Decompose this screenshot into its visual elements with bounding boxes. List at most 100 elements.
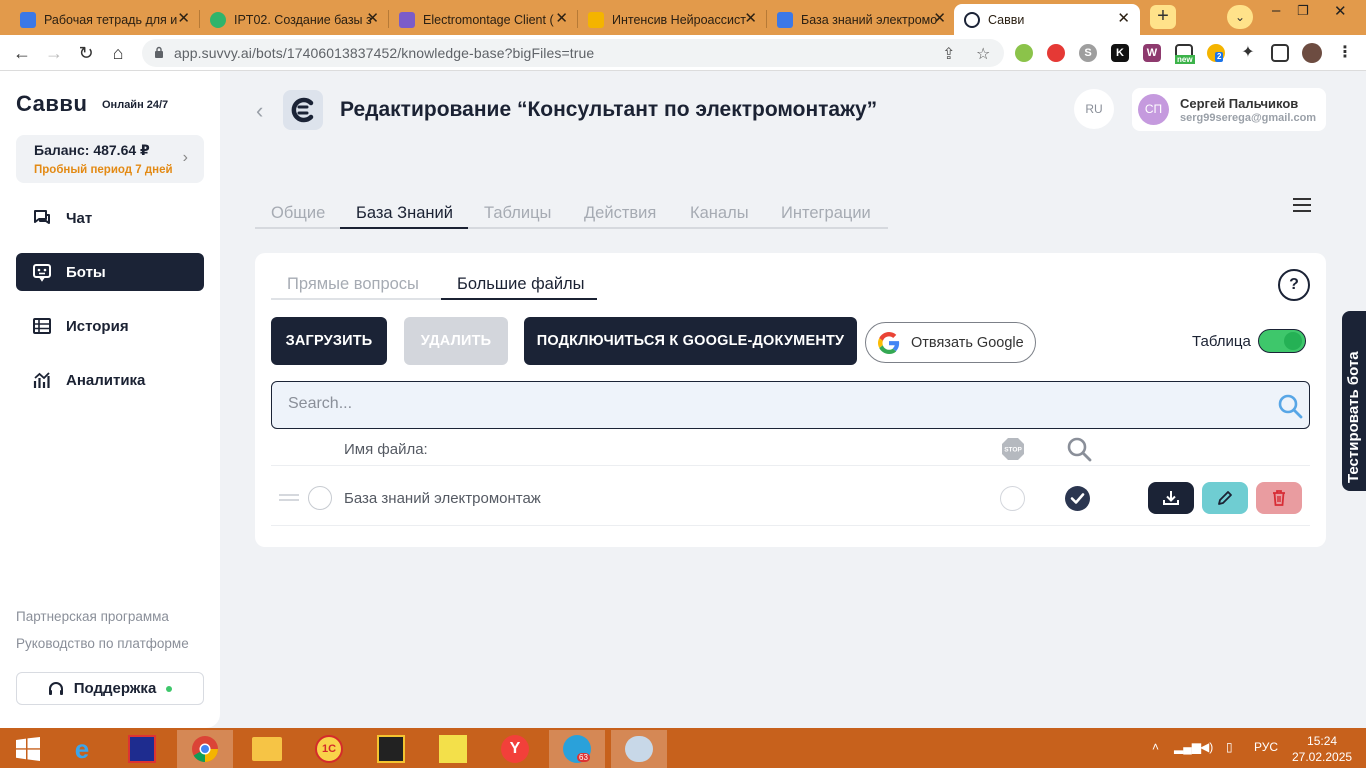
new-tab-button[interactable]: + [1150,5,1176,29]
subtab-direct-questions[interactable]: Прямые вопросы [287,275,419,294]
app-floppy-icon[interactable] [114,730,170,768]
extension-badge-icon[interactable]: 2 [1207,44,1225,62]
menu-dots-icon[interactable]: ⋮ [1336,44,1354,62]
language-switch[interactable]: RU [1074,89,1114,129]
delete-button[interactable]: УДАЛИТЬ [404,317,508,365]
partner-program-link[interactable]: Партнерская программа [16,609,169,624]
tab-general[interactable]: Общие [271,204,325,223]
edit-button[interactable] [1202,482,1248,514]
upload-button[interactable]: ЗАГРУЗИТЬ [271,317,387,365]
battery-icon[interactable]: ▯ [1226,740,1233,754]
puzzle-extensions-icon[interactable]: ✦ [1239,44,1257,62]
download-button[interactable] [1148,482,1194,514]
paint-icon[interactable] [611,730,667,768]
balance-value: Баланс: 487.64 ₽ [34,142,150,158]
yandex-browser-icon[interactable]: Y [487,730,543,768]
skype-icon[interactable]: S [1079,44,1097,62]
test-bot-tab[interactable]: Тестировать бота [1342,311,1366,491]
user-email: serg99serega@gmail.com [1180,112,1317,124]
extension-icon[interactable] [1015,44,1033,62]
file-name-column-header: Имя файла: [344,441,428,458]
search-input[interactable] [288,395,1248,413]
sidebar-item-analytics[interactable]: Аналитика [16,361,204,399]
profile-avatar[interactable] [1302,43,1322,63]
balance-card[interactable]: Баланс: 487.64 ₽ Пробный период 7 дней › [16,135,204,183]
drag-handle-icon[interactable] [279,494,299,501]
back-arrow-icon[interactable]: ← [10,41,34,65]
subtab-big-files[interactable]: Большие файлы [457,275,585,294]
docs-favicon-icon [777,11,793,28]
search-checkbox[interactable] [1065,486,1090,511]
browser-tab-active[interactable]: Савви ✕ [954,4,1140,35]
bookmark-star-icon[interactable]: ☆ [976,44,990,64]
lock-icon [155,46,163,58]
browser-tab[interactable]: Интенсив Нейроассист ✕ [578,4,767,35]
tab-knowledge-base[interactable]: База Знаний [356,204,453,223]
telegram-icon[interactable]: 63 [549,730,605,768]
compass-app-icon[interactable] [425,730,481,768]
sidebar-item-history[interactable]: История [16,307,204,345]
delete-row-button[interactable] [1256,482,1302,514]
support-button[interactable]: Поддержка [16,672,204,705]
tab-actions[interactable]: Действия [584,204,656,223]
system-clock[interactable]: 15:24 27.02.2025 [1292,733,1352,765]
forward-arrow-icon[interactable]: → [42,41,66,65]
start-button[interactable] [0,730,56,768]
user-profile[interactable]: СП Сергей Пальчиков serg99serega@gmail.c… [1132,88,1326,131]
chevron-right-icon: › [182,149,188,166]
table-toggle[interactable] [1258,329,1306,353]
bot-avatar [283,90,323,130]
home-icon[interactable]: ⌂ [106,41,130,65]
close-tab-icon[interactable]: ✕ [933,11,946,27]
row-select-checkbox[interactable] [308,486,332,510]
stop-checkbox[interactable] [1000,486,1025,511]
page-title: Редактирование “Консультант по электромо… [340,98,878,121]
sidebar-item-bots[interactable]: Боты [16,253,204,291]
ie-icon[interactable]: e [54,730,110,768]
tab-tables[interactable]: Таблицы [484,204,551,223]
download-icon [1163,491,1179,505]
network-icon[interactable]: ▂▄▆ [1174,740,1201,754]
back-chevron-icon[interactable]: ‹ [256,98,263,124]
close-tab-icon[interactable]: ✕ [744,11,757,27]
unlink-google-button[interactable]: Отвязать Google [865,322,1036,363]
1c-icon[interactable]: 1C [301,730,357,768]
analytics-icon [33,372,50,388]
restore-icon[interactable]: ❐ [1297,3,1309,19]
sidebar-item-chat[interactable]: Чат [16,199,204,237]
address-bar[interactable]: app.suvvy.ai/bots/17406013837452/knowled… [142,39,1004,67]
hamburger-menu-icon[interactable] [1293,198,1311,212]
input-language[interactable]: РУС [1254,740,1278,754]
tray-chevron-icon[interactable]: ˄ [1152,740,1159,754]
browser-tab[interactable]: Рабочая тетрадь для и ✕ [10,4,200,35]
browser-tab[interactable]: Electromontage Client ( ✕ [389,4,578,35]
file-explorer-icon[interactable] [239,730,295,768]
chrome-icon[interactable] [177,730,233,768]
close-tab-icon[interactable]: ✕ [555,11,568,27]
tab-search-button[interactable]: ⌄ [1227,5,1253,29]
close-tab-icon[interactable]: ✕ [177,11,190,27]
extension-k-icon[interactable]: K [1111,44,1129,62]
reload-icon[interactable]: ↻ [74,41,98,65]
side-panel-icon[interactable] [1271,44,1289,62]
suvvy-logo[interactable]: Саввu [16,91,87,117]
tab-channels[interactable]: Каналы [690,204,749,223]
share-icon[interactable]: ⇪ [942,44,955,64]
minimize-icon[interactable]: – [1272,2,1280,19]
search-field[interactable] [271,381,1310,429]
window-close-icon[interactable]: ✕ [1334,2,1347,20]
volume-icon[interactable]: ◀) [1200,740,1213,754]
close-tab-icon[interactable]: ✕ [366,11,379,27]
connect-google-doc-button[interactable]: ПОДКЛЮЧИТЬСЯ К GOOGLE-ДОКУМЕНТУ [524,317,857,365]
extension-new-icon[interactable]: new [1175,44,1195,64]
extension-w-icon[interactable]: W [1143,44,1161,62]
help-button[interactable]: ? [1278,269,1310,301]
platform-guide-link[interactable]: Руководство по платформе [16,636,189,651]
browser-tab[interactable]: IPT02. Создание базы з ✕ [200,4,389,35]
extension-target-icon[interactable] [1047,44,1065,62]
close-tab-icon[interactable]: ✕ [1117,11,1130,27]
tab-integrations[interactable]: Интеграции [781,204,871,223]
bat-app-icon[interactable] [363,730,419,768]
search-icon[interactable] [1277,393,1303,419]
browser-tab[interactable]: База знаний электромо ✕ [767,4,956,35]
